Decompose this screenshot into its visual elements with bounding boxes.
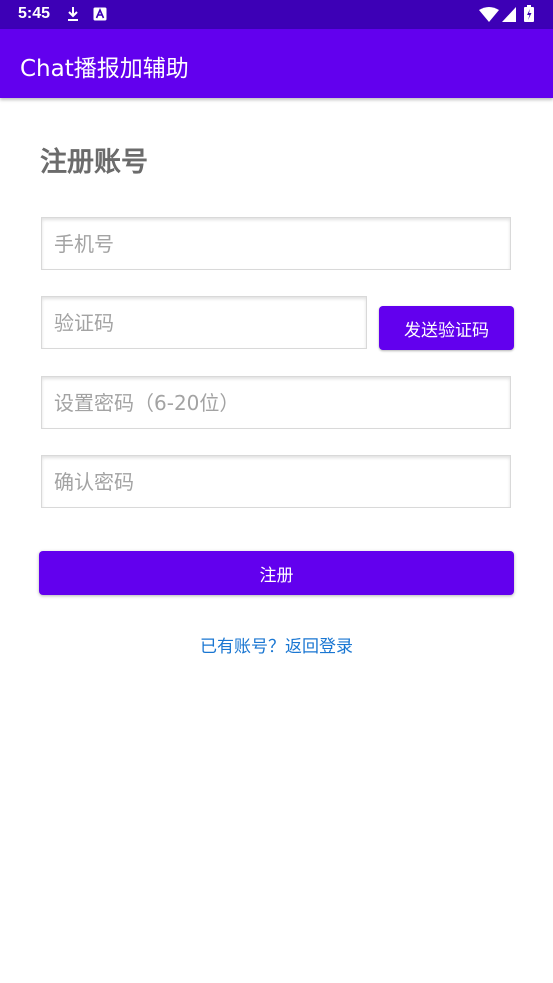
- a-notification-icon: [93, 7, 107, 21]
- battery-icon: [524, 5, 534, 22]
- app-title: Chat播报加辅助: [20, 56, 189, 82]
- status-bar: 5:45: [0, 0, 553, 29]
- signal-icon: [502, 7, 516, 22]
- status-time: 5:45: [18, 5, 51, 22]
- confirm-password-input[interactable]: [41, 455, 511, 508]
- app-bar: Chat播报加辅助: [0, 29, 553, 98]
- wifi-icon: [479, 7, 499, 22]
- download-icon: [68, 7, 78, 21]
- verification-code-input[interactable]: [41, 296, 367, 349]
- send-code-button[interactable]: 发送验证码: [379, 306, 514, 350]
- phone-input[interactable]: [41, 217, 511, 270]
- page-heading: 注册账号: [40, 147, 148, 178]
- password-input[interactable]: [41, 376, 511, 429]
- back-to-login-link[interactable]: 已有账号？返回登录: [0, 632, 553, 657]
- register-button[interactable]: 注册: [39, 551, 514, 595]
